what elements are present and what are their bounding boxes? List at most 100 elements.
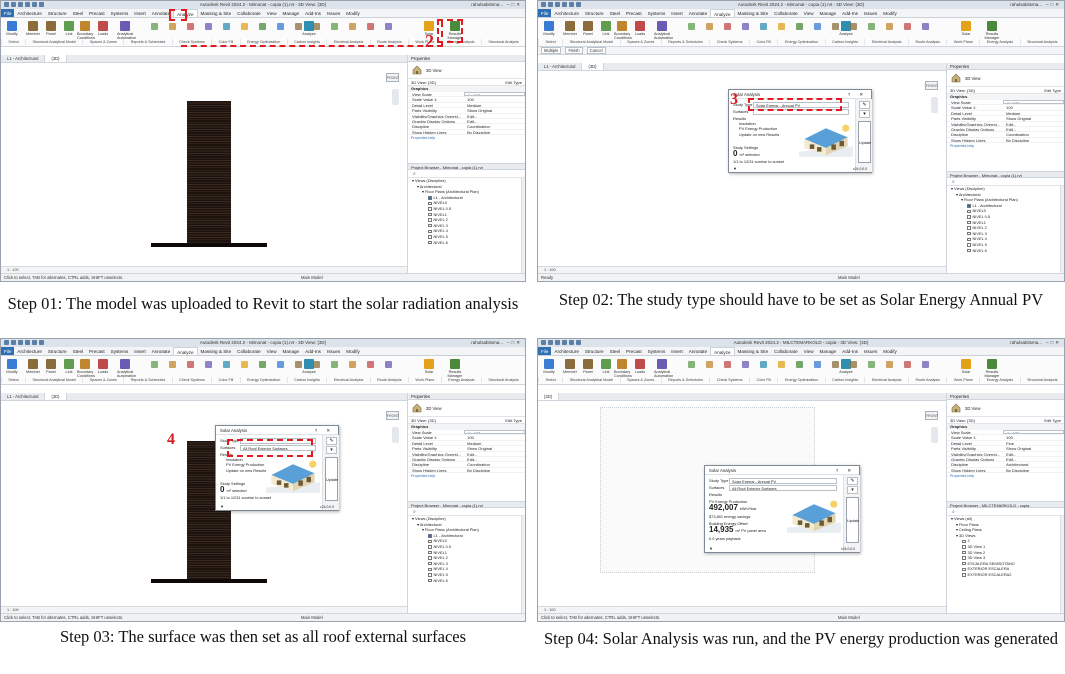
tab-structure[interactable]: Structure: [582, 9, 607, 17]
tab-view[interactable]: View: [801, 9, 817, 17]
tab-architecture[interactable]: Architecture: [14, 347, 45, 355]
ribbon-small-icon[interactable]: [688, 361, 695, 368]
tab-massing-site[interactable]: Massing & Site: [198, 9, 235, 17]
browser-scrollbar[interactable]: [1060, 516, 1064, 613]
viewport-3d[interactable]: FRONT: [1, 401, 407, 606]
tab-manage[interactable]: Manage: [817, 9, 840, 17]
tab-structure[interactable]: Structure: [45, 347, 70, 355]
ribbon-small-icon[interactable]: [205, 361, 212, 368]
ribbon-small-icon[interactable]: [922, 361, 929, 368]
view-checkbox[interactable]: [962, 550, 966, 555]
option-finish[interactable]: Finish: [565, 47, 583, 54]
tab-massing-site[interactable]: Massing & Site: [735, 347, 772, 355]
tab-insert[interactable]: Insert: [131, 347, 149, 355]
property-value[interactable]: 100: [464, 435, 525, 439]
edit-type-button[interactable]: Edit Type: [1044, 417, 1061, 423]
search-icon[interactable]: ⌕: [413, 509, 416, 515]
ribbon-small-icon[interactable]: [349, 361, 356, 368]
ribbon-button-link[interactable]: Link: [598, 21, 614, 36]
tab-collaborate[interactable]: Collaborate: [771, 9, 801, 17]
tab-add-ins[interactable]: Add-Ins: [839, 347, 861, 355]
active-model[interactable]: Main Model: [301, 614, 323, 621]
ribbon-small-icon[interactable]: [706, 23, 713, 30]
ribbon-small-icon[interactable]: [868, 361, 875, 368]
view-checkbox[interactable]: [428, 573, 432, 577]
edit-type-button[interactable]: Edit Type: [505, 79, 522, 85]
property-value[interactable]: Show Original: [1003, 116, 1064, 120]
property-value[interactable]: Show Original: [464, 108, 525, 112]
dialog-close-icon[interactable]: ? ✕: [848, 90, 867, 99]
view-checkbox[interactable]: [428, 561, 432, 566]
view-checkbox[interactable]: [428, 567, 432, 572]
tab-collaborate[interactable]: Collaborate: [234, 9, 264, 17]
property-value[interactable]: By Discipline: [1003, 138, 1064, 142]
ribbon-button-panel[interactable]: Panel: [580, 21, 596, 36]
ribbon-button-boundary-conditions[interactable]: Boundary Conditions: [77, 359, 95, 378]
ribbon-button-solar[interactable]: Solar: [958, 359, 974, 374]
option-multiple[interactable]: Multiple: [541, 47, 562, 54]
view-tab[interactable]: {3D}: [45, 55, 67, 62]
property-value[interactable]: Medium: [464, 441, 525, 445]
tab-insert[interactable]: Insert: [668, 9, 686, 17]
window-controls[interactable]: –□✕: [507, 339, 522, 347]
view-checkbox[interactable]: [962, 539, 966, 544]
tab-file[interactable]: File: [1, 9, 15, 17]
ribbon-button-results-manager[interactable]: Results Manager: [984, 359, 1000, 378]
view-checkbox[interactable]: [428, 196, 432, 200]
property-value[interactable]: Medium: [1003, 111, 1064, 115]
view-scale[interactable]: 1 : 100: [7, 608, 19, 612]
property-value[interactable]: 100: [1003, 105, 1064, 109]
ribbon-small-icon[interactable]: [868, 23, 875, 30]
ribbon-button-link[interactable]: Link: [61, 359, 77, 374]
property-value[interactable]: 1 : 100: [1003, 430, 1064, 435]
ribbon-small-icon[interactable]: [814, 361, 821, 368]
view-checkbox[interactable]: [428, 539, 432, 544]
view-control-bar[interactable]: 1 : 100: [1, 606, 407, 613]
tab-steel[interactable]: Steel: [70, 347, 86, 355]
ribbon-small-icon[interactable]: [151, 23, 158, 30]
view-control-bar[interactable]: 1 : 100: [538, 266, 946, 273]
tab-massing-site[interactable]: Massing & Site: [198, 347, 235, 355]
update-button[interactable]: Update: [325, 457, 338, 501]
search-icon[interactable]: ⌕: [952, 509, 955, 515]
user-account[interactable]: rahulsabitsma...: [1010, 1, 1042, 9]
tab-modify[interactable]: Modify: [343, 347, 363, 355]
type-selector[interactable]: 3D View: [408, 62, 525, 79]
tab-issues[interactable]: Issues: [861, 347, 880, 355]
ribbon-button-boundary-conditions[interactable]: Boundary Conditions: [614, 21, 632, 40]
navigation-bar[interactable]: [392, 89, 399, 105]
browser-search[interactable]: ⌕: [947, 178, 1064, 186]
tab-systems[interactable]: Systems: [645, 347, 669, 355]
view-checkbox[interactable]: [428, 212, 432, 217]
view-control-bar[interactable]: 1 : 100: [538, 606, 946, 613]
ribbon-button-results-manager[interactable]: Results Manager: [984, 21, 1000, 40]
building-model[interactable]: [187, 101, 231, 245]
property-value[interactable]: Edit...: [1003, 127, 1064, 131]
property-value[interactable]: 100: [464, 97, 525, 101]
view-tab[interactable]: L1 - Architectural: [1, 393, 46, 400]
tab-steel[interactable]: Steel: [70, 9, 86, 17]
ribbon-small-icon[interactable]: [259, 361, 266, 368]
view-checkbox[interactable]: [428, 534, 432, 538]
tab-manage[interactable]: Manage: [280, 9, 303, 17]
view-tab[interactable]: {3D}: [538, 393, 560, 400]
browser-search[interactable]: ⌕: [408, 508, 525, 516]
active-model[interactable]: Main Model: [838, 274, 860, 281]
settings-icon[interactable]: ▾: [859, 110, 870, 118]
view-checkbox[interactable]: [428, 550, 432, 555]
view-scale[interactable]: 1 : 100: [544, 268, 556, 272]
view-scale[interactable]: 1 : 100: [544, 608, 556, 612]
ribbon-small-icon[interactable]: [886, 361, 893, 368]
view-tab[interactable]: L1 - Architectural: [538, 63, 583, 70]
view-cube[interactable]: FRONT: [925, 411, 938, 420]
tab-architecture[interactable]: Architecture: [551, 347, 582, 355]
view-checkbox[interactable]: [962, 561, 966, 566]
property-value[interactable]: Edit...: [464, 119, 525, 123]
ribbon-small-icon[interactable]: [724, 23, 731, 30]
ribbon-small-icon[interactable]: [760, 361, 767, 368]
property-value[interactable]: Coordination: [464, 124, 525, 128]
view-checkbox[interactable]: [428, 545, 432, 549]
tab-modify[interactable]: Modify: [880, 9, 900, 17]
ribbon-small-icon[interactable]: [760, 23, 767, 30]
ribbon-small-icon[interactable]: [151, 361, 158, 368]
